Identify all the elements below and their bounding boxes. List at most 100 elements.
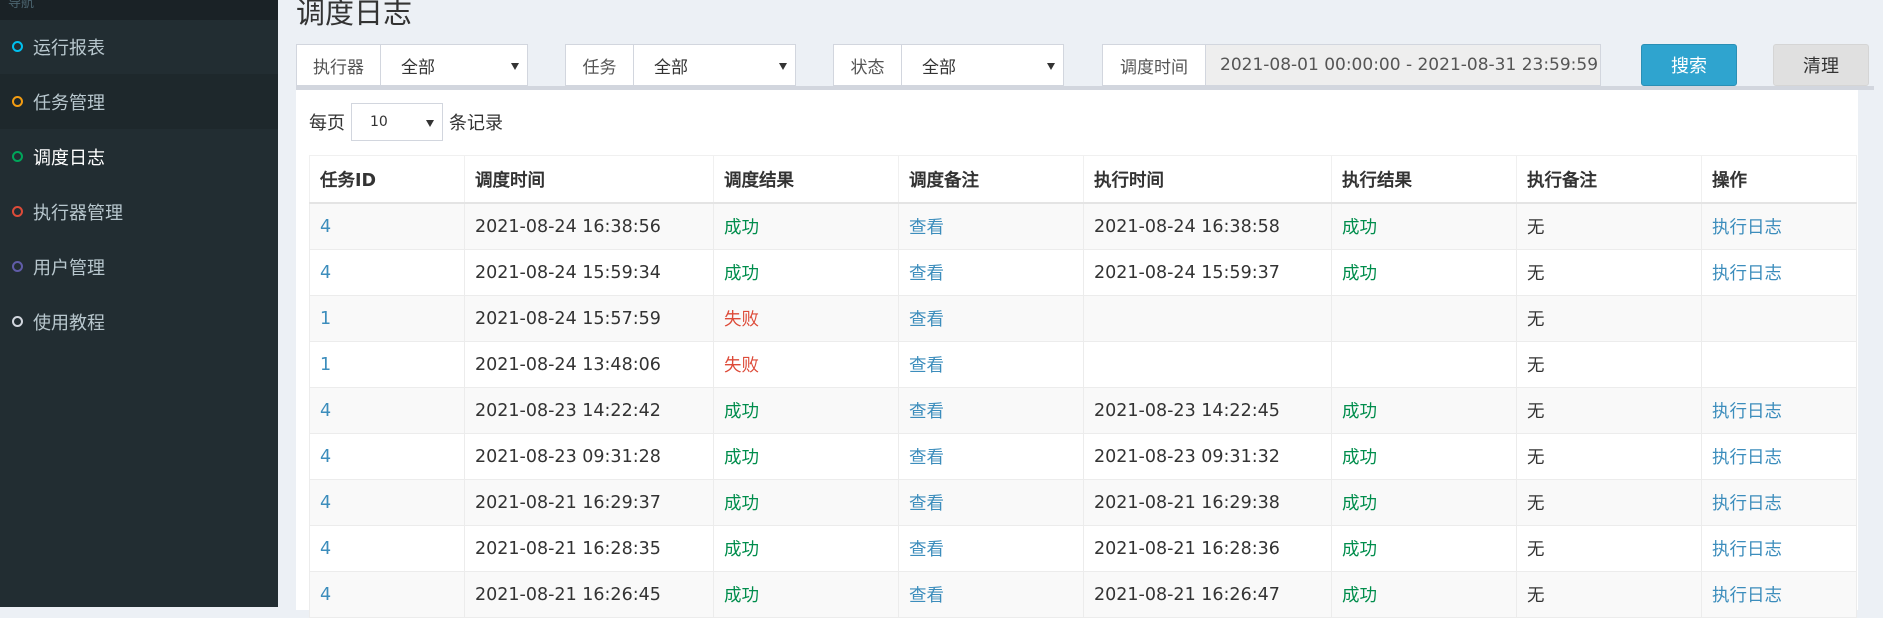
trigger-note-link[interactable]: 查看 (898, 479, 1084, 526)
caret-down-icon (511, 63, 519, 70)
execution-log-link[interactable]: 执行日志 (1701, 525, 1857, 572)
handle-result-cell: 成功 (1331, 202, 1517, 250)
circle-icon (12, 261, 23, 272)
sidebar-item-label: 执行器管理 (33, 202, 123, 224)
task-id-link[interactable]: 4 (309, 433, 465, 480)
handle-note-cell: 无 (1516, 433, 1702, 480)
handle-note-cell: 无 (1516, 249, 1702, 296)
task-id-link[interactable]: 4 (309, 202, 465, 250)
column-header[interactable]: 执行时间 (1083, 155, 1332, 204)
table-row: 4 2021-08-21 16:29:37 成功 查看 2021-08-21 1… (309, 479, 1857, 526)
execution-log-link[interactable] (1701, 341, 1857, 388)
table-row: 4 2021-08-21 16:28:35 成功 查看 2021-08-21 1… (309, 525, 1857, 572)
handle-result-cell: 成功 (1331, 525, 1517, 572)
column-header[interactable]: 执行备注 (1516, 155, 1702, 204)
column-header[interactable]: 操作 (1701, 155, 1857, 204)
sidebar-item-dashboard[interactable]: 运行报表 (0, 19, 278, 74)
handle-time-cell: 2021-08-23 14:22:45 (1083, 387, 1332, 434)
trigger-result-cell: 成功 (713, 479, 899, 526)
executor-filter-label: 执行器 (296, 44, 380, 86)
time-filter: 调度时间 2021-08-01 00:00:00 - 2021-08-31 23… (1102, 44, 1601, 86)
handle-note-cell: 无 (1516, 479, 1702, 526)
handle-note-cell: 无 (1516, 341, 1702, 388)
task-id-link[interactable]: 1 (309, 295, 465, 342)
execution-log-link[interactable]: 执行日志 (1701, 249, 1857, 296)
status-select[interactable]: 全部 (901, 44, 1064, 86)
task-filter: 任务 全部 (565, 44, 796, 86)
task-id-link[interactable]: 4 (309, 249, 465, 296)
task-select-value: 全部 (654, 57, 688, 78)
column-header[interactable]: 调度时间 (464, 155, 714, 204)
trigger-time-cell: 2021-08-23 09:31:28 (464, 433, 714, 480)
table-row: 4 2021-08-23 14:22:42 成功 查看 2021-08-23 1… (309, 387, 1857, 434)
circle-icon (12, 316, 23, 327)
time-range-input[interactable]: 2021-08-01 00:00:00 - 2021-08-31 23:59:5… (1205, 44, 1601, 86)
handle-result-cell: 成功 (1331, 571, 1517, 618)
per-page-prefix: 每页 (309, 113, 345, 134)
sidebar-item-logs[interactable]: 调度日志 (0, 129, 278, 184)
executor-select[interactable]: 全部 (380, 44, 528, 86)
trigger-note-link[interactable]: 查看 (898, 433, 1084, 480)
trigger-time-cell: 2021-08-21 16:28:35 (464, 525, 714, 572)
handle-time-cell: 2021-08-24 15:59:37 (1083, 249, 1332, 296)
per-page-suffix: 条记录 (449, 113, 503, 134)
table-row: 4 2021-08-21 16:26:45 成功 查看 2021-08-21 1… (309, 571, 1857, 618)
handle-note-cell: 无 (1516, 525, 1702, 572)
trigger-time-cell: 2021-08-21 16:26:45 (464, 571, 714, 618)
search-button[interactable]: 搜索 (1641, 44, 1737, 86)
handle-note-cell: 无 (1516, 202, 1702, 250)
status-filter: 状态 全部 (833, 44, 1064, 86)
caret-down-icon (779, 63, 787, 70)
table-header-row: 任务ID 调度时间 调度结果 调度备注 执行时间 执行结果 执行备注 操作 (309, 155, 1857, 204)
handle-result-cell: 成功 (1331, 387, 1517, 434)
task-id-link[interactable]: 4 (309, 387, 465, 434)
task-id-link[interactable]: 4 (309, 571, 465, 618)
task-select[interactable]: 全部 (633, 44, 796, 86)
sidebar-item-tasks[interactable]: 任务管理 (0, 74, 278, 129)
status-filter-label: 状态 (833, 44, 901, 86)
trigger-note-link[interactable]: 查看 (898, 525, 1084, 572)
circle-icon (12, 96, 23, 107)
time-filter-label: 调度时间 (1102, 44, 1205, 86)
handle-note-cell: 无 (1516, 387, 1702, 434)
sidebar-item-users[interactable]: 用户管理 (0, 239, 278, 294)
task-id-link[interactable]: 4 (309, 479, 465, 526)
trigger-note-link[interactable]: 查看 (898, 387, 1084, 434)
handle-result-cell: 成功 (1331, 479, 1517, 526)
trigger-time-cell: 2021-08-21 16:29:37 (464, 479, 714, 526)
sidebar-item-label: 使用教程 (33, 312, 105, 334)
per-page-select[interactable]: 10 (351, 103, 443, 141)
execution-log-link[interactable]: 执行日志 (1701, 202, 1857, 250)
handle-time-cell: 2021-08-21 16:29:38 (1083, 479, 1332, 526)
circle-icon (12, 151, 23, 162)
sidebar-item-label: 运行报表 (33, 37, 105, 59)
column-header[interactable]: 调度备注 (898, 155, 1084, 204)
column-header[interactable]: 执行结果 (1331, 155, 1517, 204)
trigger-time-cell: 2021-08-24 15:57:59 (464, 295, 714, 342)
execution-log-link[interactable]: 执行日志 (1701, 387, 1857, 434)
clear-button[interactable]: 清理 (1773, 44, 1869, 86)
column-header[interactable]: 任务ID (309, 155, 465, 204)
sidebar-item-label: 用户管理 (33, 257, 105, 279)
execution-log-link[interactable]: 执行日志 (1701, 433, 1857, 480)
sidebar-item-executors[interactable]: 执行器管理 (0, 184, 278, 239)
trigger-note-link[interactable]: 查看 (898, 571, 1084, 618)
column-header[interactable]: 调度结果 (713, 155, 899, 204)
handle-time-cell (1083, 341, 1332, 388)
table-row: 1 2021-08-24 15:57:59 失败 查看 无 (309, 295, 1857, 342)
trigger-note-link[interactable]: 查看 (898, 295, 1084, 342)
trigger-note-link[interactable]: 查看 (898, 202, 1084, 250)
task-id-link[interactable]: 4 (309, 525, 465, 572)
trigger-result-cell: 成功 (713, 525, 899, 572)
task-id-link[interactable]: 1 (309, 341, 465, 388)
sidebar-item-tutorial[interactable]: 使用教程 (0, 294, 278, 349)
sidebar-item-label: 任务管理 (33, 92, 105, 114)
trigger-time-cell: 2021-08-24 15:59:34 (464, 249, 714, 296)
trigger-note-link[interactable]: 查看 (898, 249, 1084, 296)
table-row: 4 2021-08-23 09:31:28 成功 查看 2021-08-23 0… (309, 433, 1857, 480)
execution-log-link[interactable] (1701, 295, 1857, 342)
execution-log-link[interactable]: 执行日志 (1701, 571, 1857, 618)
trigger-time-cell: 2021-08-24 13:48:06 (464, 341, 714, 388)
execution-log-link[interactable]: 执行日志 (1701, 479, 1857, 526)
trigger-note-link[interactable]: 查看 (898, 341, 1084, 388)
